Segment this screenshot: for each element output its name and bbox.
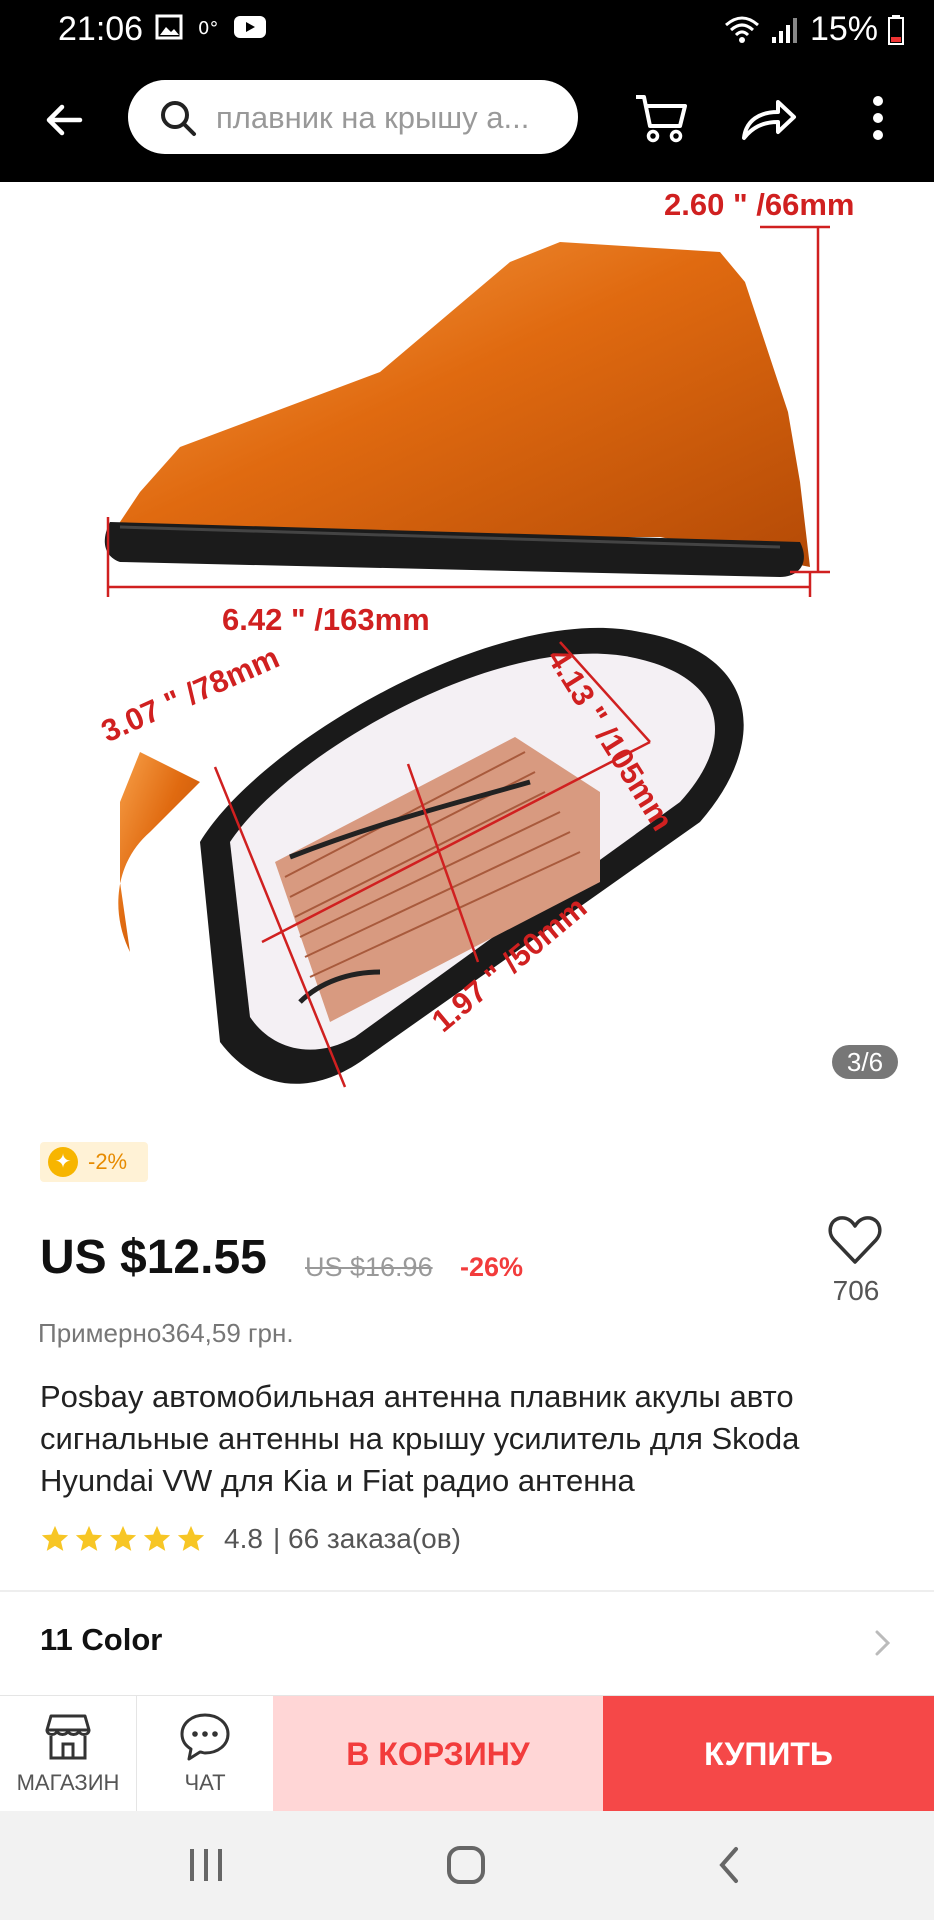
search-box[interactable]: плавник на крышу а... [128, 80, 578, 154]
battery-icon [888, 14, 904, 45]
product-title: Posbay автомобильная антенна плавник аку… [40, 1379, 800, 1498]
chat-label: ЧАТ [184, 1770, 226, 1795]
orders-count: | 66 заказа(ов) [272, 1523, 461, 1554]
discount-percent: -26% [460, 1252, 524, 1282]
top-toolbar: плавник на крышу а... [0, 58, 934, 182]
bottom-action-bar: МАГАЗИН ЧАТ В КОРЗИНУ КУПИТЬ [0, 1695, 934, 1812]
rating-stars [40, 1524, 206, 1554]
coupon-badge[interactable]: ✦ -2% [40, 1142, 148, 1182]
star-icon [177, 1525, 205, 1551]
chat-icon [180, 1713, 230, 1761]
search-icon [161, 101, 196, 136]
home-icon[interactable] [446, 1845, 486, 1885]
system-navigation-bar [0, 1811, 934, 1920]
dimension-length: 6.42 " /163mm [222, 602, 430, 637]
status-system-icons: 15% [724, 10, 904, 49]
more-options-icon[interactable] [870, 94, 886, 142]
status-bar: 21:06 0° 15% [0, 0, 934, 58]
status-notification-icons: 0° [155, 14, 267, 40]
search-input[interactable]: плавник на крышу а... [216, 100, 561, 136]
dimension-height: 2.60 " /66mm [664, 187, 855, 222]
youtube-icon [234, 16, 266, 38]
buy-now-button[interactable]: КУПИТЬ [603, 1696, 934, 1812]
wishlist-count: 706 [832, 1275, 880, 1306]
current-price: US $12.55 [40, 1231, 267, 1284]
approx-price: Примерно364,59 грн. [38, 1318, 294, 1348]
gallery-icon [155, 14, 183, 40]
rating-row[interactable]: 4.8 | 66 заказа(ов) [40, 1523, 461, 1555]
heart-icon[interactable] [826, 1212, 884, 1270]
temperature-icon: 0° [198, 18, 218, 39]
image-counter: 3/6 [832, 1045, 898, 1079]
chevron-right-icon[interactable] [872, 1628, 892, 1658]
back-arrow-icon[interactable] [40, 96, 88, 144]
cart-icon[interactable] [633, 92, 689, 144]
store-icon [45, 1714, 91, 1760]
chat-button[interactable]: ЧАТ [137, 1696, 273, 1812]
add-to-cart-button[interactable]: В КОРЗИНУ [273, 1696, 603, 1812]
signal-icon [771, 17, 797, 43]
star-icon [41, 1525, 69, 1551]
variant-selector[interactable]: 11 Color [40, 1622, 162, 1658]
status-time: 21:06 [58, 10, 144, 48]
battery-percent: 15% [809, 10, 878, 48]
share-icon[interactable] [740, 94, 798, 142]
divider [0, 1590, 934, 1592]
star-icon [109, 1525, 137, 1551]
product-image-gallery[interactable]: 2.60 " /66mm 6.42 " /163mm 3.07 " /78mm … [0, 182, 934, 1102]
coupon-text: -2% [88, 1149, 128, 1174]
star-icon [75, 1525, 103, 1551]
store-label: МАГАЗИН [16, 1770, 120, 1795]
original-price: US $16.96 [305, 1252, 433, 1282]
svg-text:0°: 0° [198, 18, 218, 39]
wifi-icon [724, 16, 759, 43]
star-icon [143, 1525, 171, 1551]
rating-value: 4.8 [224, 1523, 263, 1554]
coin-icon: ✦ [48, 1147, 78, 1177]
product-image [104, 225, 830, 1088]
store-button[interactable]: МАГАЗИН [0, 1696, 137, 1812]
back-nav-icon[interactable] [714, 1845, 744, 1885]
recent-apps-icon[interactable] [186, 1847, 226, 1883]
